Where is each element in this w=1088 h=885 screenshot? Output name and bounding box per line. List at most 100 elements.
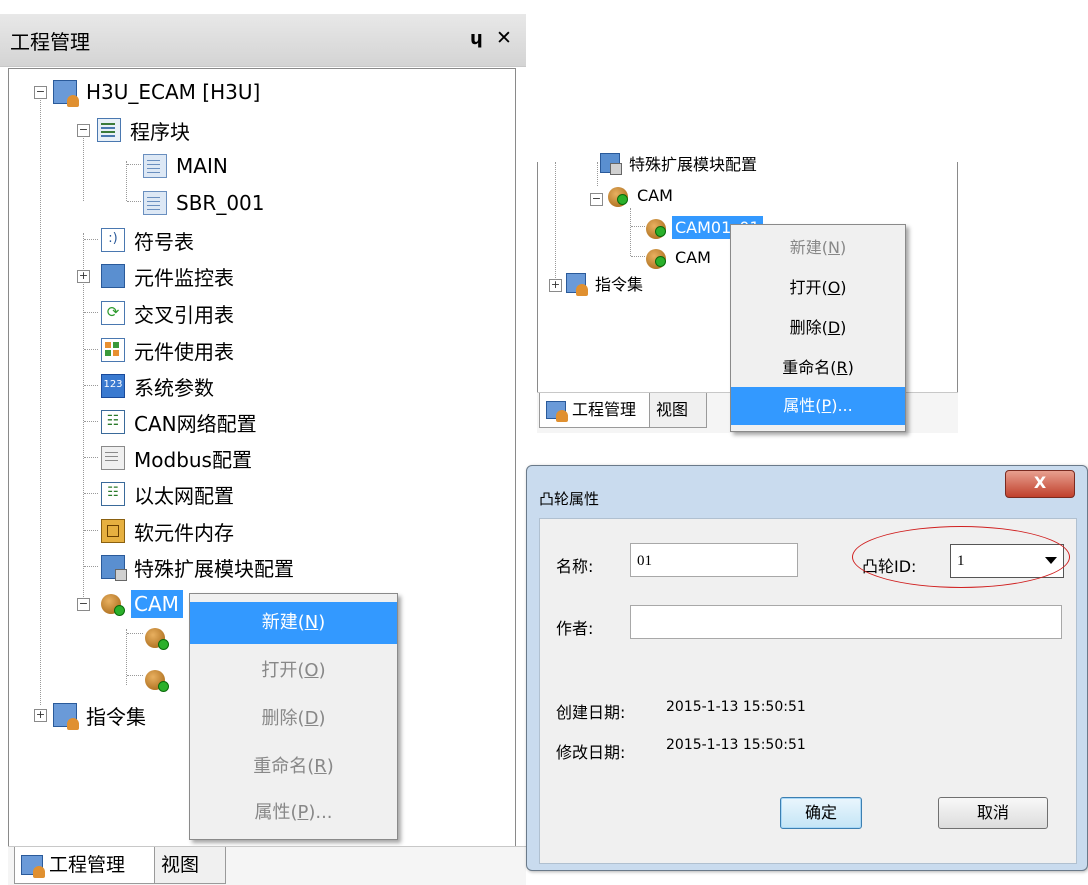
highlight-oval bbox=[852, 526, 1070, 588]
tree-label: 特殊扩展模块配置 bbox=[134, 556, 294, 581]
collapse-icon[interactable]: − bbox=[34, 86, 47, 99]
tree-line bbox=[84, 312, 98, 313]
tree-label: Modbus配置 bbox=[134, 447, 252, 472]
tree-item-cam[interactable]: CAM bbox=[608, 182, 676, 208]
cam-icon bbox=[101, 592, 125, 616]
project-tab-icon bbox=[546, 401, 568, 422]
tree-item-monitor-table[interactable]: 元件监控表 bbox=[101, 259, 237, 293]
name-field[interactable]: 01 bbox=[630, 543, 798, 577]
tree-item-cam-child-2[interactable] bbox=[145, 663, 175, 697]
author-field[interactable] bbox=[630, 605, 1062, 639]
panel-title: 工程管理 bbox=[10, 30, 90, 54]
menu-item-properties[interactable]: 属性(P)... bbox=[731, 387, 905, 425]
menu-item-properties[interactable]: 属性(P)... bbox=[190, 792, 397, 834]
tree-item-root[interactable]: H3U_ECAM [H3U] bbox=[53, 75, 263, 109]
panel-top-strip bbox=[0, 0, 526, 15]
tab-view[interactable]: 视图 bbox=[154, 847, 226, 884]
cross-reference-icon: ⟳ bbox=[101, 301, 125, 325]
menu-label: 删除(D) bbox=[261, 708, 326, 729]
menu-item-rename[interactable]: 重命名(R) bbox=[190, 746, 397, 788]
tab-project-manager[interactable]: 工程管理 bbox=[14, 847, 156, 884]
pin-icon[interactable]: ɥ bbox=[470, 28, 483, 49]
cam-icon bbox=[145, 668, 169, 692]
project-manager-panel: 工程管理 ɥ ✕ − H3U_ECAM [H3U] − 程序块 MAIN SBR… bbox=[0, 0, 526, 885]
tree-item-cam02[interactable]: CAM bbox=[646, 244, 714, 270]
tree-label: CAM bbox=[637, 185, 673, 205]
ethernet-config-icon: ☷ bbox=[101, 482, 125, 506]
tree-item-sbr[interactable]: SBR_001 bbox=[143, 186, 268, 220]
usage-table-icon bbox=[101, 338, 125, 362]
close-icon: X bbox=[1033, 473, 1047, 492]
tree-item-cross-ref[interactable]: ⟳ 交叉引用表 bbox=[101, 296, 237, 330]
instruction-set-icon bbox=[53, 703, 79, 730]
expand-icon[interactable]: + bbox=[77, 270, 90, 283]
tree-item-modbus-config[interactable]: Modbus配置 bbox=[101, 441, 255, 475]
menu-item-open[interactable]: 打开(O) bbox=[731, 269, 905, 307]
tab-project-manager[interactable]: 工程管理 bbox=[539, 393, 651, 428]
tree-line bbox=[127, 164, 141, 165]
close-button[interactable]: X bbox=[1005, 470, 1075, 498]
tree-item-soft-memory[interactable]: 软元件内存 bbox=[101, 514, 237, 548]
tree-label: MAIN bbox=[176, 154, 228, 178]
tree-label: 程序块 bbox=[130, 119, 190, 144]
menu-item-delete[interactable]: 删除(D) bbox=[190, 698, 397, 740]
menu-label: 新建(N) bbox=[789, 238, 847, 257]
tree-item-special-module[interactable]: 特殊扩展模块配置 bbox=[600, 150, 760, 176]
expand-icon[interactable]: + bbox=[549, 279, 562, 292]
menu-label: 重命名(R) bbox=[253, 756, 334, 777]
tree-item-ethernet-config[interactable]: ☷ 以太网配置 bbox=[101, 477, 237, 511]
tree-line bbox=[630, 208, 631, 256]
tree-line bbox=[126, 161, 127, 201]
tree-item-can-config[interactable]: ☷ CAN网络配置 bbox=[101, 405, 260, 439]
tree-label: 元件监控表 bbox=[134, 265, 234, 290]
name-label: 名称: bbox=[556, 557, 594, 576]
menu-label: 打开(O) bbox=[789, 278, 847, 297]
tree-item-cam-child-1[interactable] bbox=[145, 621, 175, 655]
tree-line bbox=[84, 385, 98, 386]
collapse-icon[interactable]: − bbox=[77, 124, 90, 137]
tab-label: 视图 bbox=[656, 400, 689, 419]
menu-item-open[interactable]: 打开(O) bbox=[190, 650, 397, 692]
tree-item-sys-params[interactable]: 123 系统参数 bbox=[101, 369, 217, 403]
tree-item-cam[interactable]: CAM bbox=[101, 587, 183, 621]
modified-date-label: 修改日期: bbox=[556, 743, 626, 762]
tree-item-usage-table[interactable]: 元件使用表 bbox=[101, 333, 237, 367]
menu-item-rename[interactable]: 重命名(R) bbox=[731, 349, 905, 387]
tree-item-instruction-set[interactable]: 指令集 bbox=[53, 698, 149, 732]
menu-item-new[interactable]: 新建(N) bbox=[731, 229, 905, 267]
tree-line bbox=[597, 162, 598, 186]
collapse-icon[interactable]: − bbox=[77, 598, 90, 611]
tab-view[interactable]: 视图 bbox=[649, 393, 707, 428]
tree-line bbox=[127, 201, 141, 202]
tree-line bbox=[84, 239, 98, 240]
tree-label: 系统参数 bbox=[134, 375, 214, 400]
menu-item-delete[interactable]: 删除(D) bbox=[731, 309, 905, 347]
menu-item-new[interactable]: 新建(N) bbox=[190, 602, 397, 644]
collapse-icon[interactable]: − bbox=[590, 193, 603, 206]
tree-label: 指令集 bbox=[595, 275, 644, 294]
tree-line bbox=[84, 493, 98, 494]
created-date-label: 创建日期: bbox=[556, 703, 626, 722]
special-module-icon bbox=[101, 555, 127, 581]
close-icon[interactable]: ✕ bbox=[496, 27, 512, 49]
menu-label: 重命名(R) bbox=[782, 358, 854, 377]
tree-item-symbol-table[interactable]: :) 符号表 bbox=[101, 223, 197, 257]
tree-item-main[interactable]: MAIN bbox=[143, 149, 231, 183]
tree-line bbox=[126, 629, 127, 685]
tree-line bbox=[84, 421, 98, 422]
document-icon bbox=[143, 154, 167, 178]
cancel-button[interactable]: 取消 bbox=[938, 797, 1048, 829]
tree-label: 以太网配置 bbox=[134, 483, 234, 508]
ok-button[interactable]: 确定 bbox=[780, 797, 862, 829]
network-config-icon: ☷ bbox=[101, 410, 125, 434]
expand-icon[interactable]: + bbox=[34, 709, 47, 722]
special-module-icon bbox=[600, 153, 622, 175]
panel-tab-bar: 工程管理 视图 bbox=[8, 846, 526, 885]
cam-icon bbox=[608, 185, 628, 207]
tree-item-special-module[interactable]: 特殊扩展模块配置 bbox=[101, 550, 297, 584]
dialog-title: 凸轮属性 bbox=[539, 490, 600, 508]
tree-item-instruction-set[interactable]: 指令集 bbox=[566, 270, 646, 296]
tree-item-program-block[interactable]: 程序块 bbox=[97, 113, 193, 147]
tree-label: H3U_ECAM [H3U] bbox=[86, 80, 261, 104]
tree-line bbox=[84, 349, 98, 350]
